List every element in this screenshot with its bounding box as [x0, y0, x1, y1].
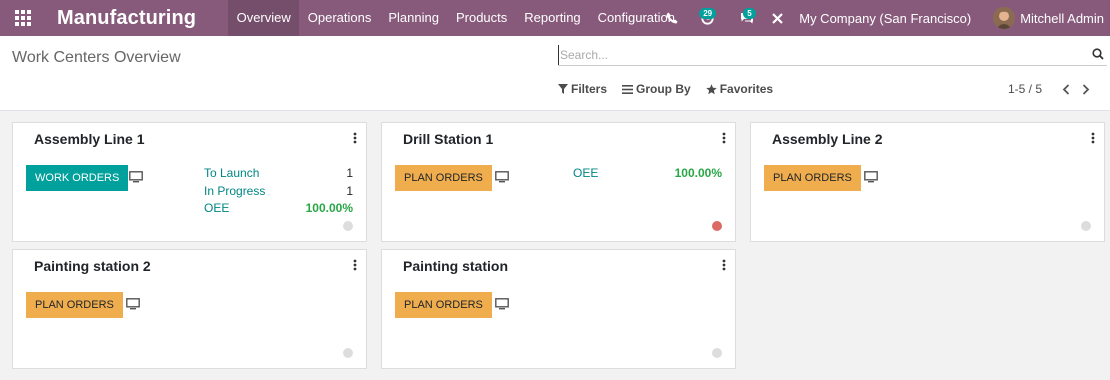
stat-label[interactable]: To Launch — [204, 166, 259, 180]
control-panel: Work Centers Overview Filters Group By F… — [0, 36, 1110, 111]
stat-label[interactable]: In Progress — [204, 184, 265, 198]
monitor-icon[interactable] — [129, 171, 143, 186]
messages-badge: 5 — [743, 8, 756, 19]
messages-icon[interactable]: 5 — [727, 0, 767, 36]
monitor-icon[interactable] — [495, 171, 509, 186]
kebab-menu-icon[interactable] — [1091, 132, 1095, 147]
menu-item-operations[interactable]: Operations — [299, 0, 380, 36]
filters-button[interactable]: Filters — [558, 82, 607, 96]
chevron-right-icon[interactable] — [1076, 83, 1096, 95]
menu-item-products[interactable]: Products — [447, 0, 515, 36]
workcenter-card[interactable]: Assembly Line 2 PLAN ORDERS — [750, 122, 1105, 242]
filter-icon — [558, 84, 568, 94]
kebab-menu-icon[interactable] — [353, 259, 357, 274]
menu-item-reporting[interactable]: Reporting — [516, 0, 589, 36]
workcenter-card[interactable]: Painting station 2 PLAN ORDERS — [12, 249, 367, 369]
search-bar — [558, 44, 1107, 66]
monitor-icon[interactable] — [126, 298, 140, 313]
stat-to-launch: To Launch 1 — [204, 166, 353, 180]
stat-value: 1 — [346, 184, 353, 198]
workcenter-name[interactable]: Painting station — [403, 258, 508, 274]
main-menu: Overview Operations Planning Products Re… — [228, 0, 683, 36]
user-menu[interactable]: Mitchell Admin — [1020, 11, 1104, 26]
kebab-menu-icon[interactable] — [722, 132, 726, 147]
list-icon — [622, 84, 634, 94]
activities-badge: 29 — [699, 8, 717, 19]
menu-item-planning[interactable]: Planning — [380, 0, 448, 36]
stat-label[interactable]: OEE — [204, 201, 229, 215]
stat-value: 1 — [346, 166, 353, 180]
app-brand[interactable]: Manufacturing — [57, 7, 196, 30]
monitor-icon[interactable] — [864, 171, 878, 186]
kebab-menu-icon[interactable] — [722, 259, 726, 274]
close-icon[interactable] — [767, 0, 787, 36]
workcenter-card[interactable]: Drill Station 1 PLAN ORDERS OEE 100.00% — [381, 122, 736, 242]
workcenter-name[interactable]: Assembly Line 2 — [772, 131, 883, 147]
apps-menu-icon[interactable] — [0, 0, 46, 36]
oee-value: 100.00% — [674, 166, 722, 180]
activities-icon[interactable]: 29 — [687, 0, 727, 36]
favorites-button[interactable]: Favorites — [705, 82, 774, 96]
top-navbar: Manufacturing Overview Operations Planni… — [0, 0, 1110, 36]
status-dot[interactable] — [712, 221, 722, 231]
work-orders-button[interactable]: WORK ORDERS — [26, 165, 129, 191]
kebab-menu-icon[interactable] — [353, 132, 357, 147]
status-dot[interactable] — [712, 348, 722, 358]
plan-orders-button[interactable]: PLAN ORDERS — [395, 292, 492, 318]
stat-oee: OEE 100.00% — [573, 166, 722, 180]
favorites-label: Favorites — [719, 82, 774, 96]
menu-item-overview[interactable]: Overview — [228, 0, 300, 36]
filters-label: Filters — [571, 82, 608, 96]
workcenter-card[interactable]: Painting station PLAN ORDERS — [381, 249, 736, 369]
plan-orders-button[interactable]: PLAN ORDERS — [395, 165, 492, 191]
workcenter-name[interactable]: Drill Station 1 — [403, 131, 493, 147]
breadcrumb: Work Centers Overview — [12, 49, 181, 66]
pager-value[interactable]: 1-5 / 5 — [1008, 82, 1042, 96]
oee-value: 100.00% — [305, 201, 353, 215]
workcenter-card[interactable]: Assembly Line 1 WORK ORDERS To Launch 1 … — [12, 122, 367, 242]
navbar-systray: 29 5 My Company (San Francisco) Mitchell… — [657, 0, 1110, 36]
group-by-label: Group By — [636, 82, 691, 96]
search-icon[interactable] — [1092, 48, 1104, 63]
avatar[interactable] — [993, 7, 1016, 29]
stat-label[interactable]: OEE — [573, 166, 598, 180]
workcenter-name[interactable]: Assembly Line 1 — [34, 131, 145, 147]
phone-icon[interactable] — [657, 0, 687, 36]
status-dot[interactable] — [1081, 221, 1091, 231]
stat-oee: OEE 100.00% — [204, 201, 353, 215]
plan-orders-button[interactable]: PLAN ORDERS — [26, 292, 123, 318]
plan-orders-button[interactable]: PLAN ORDERS — [764, 165, 861, 191]
status-dot[interactable] — [343, 348, 353, 358]
company-switcher[interactable]: My Company (San Francisco) — [799, 11, 971, 26]
search-input[interactable] — [558, 44, 1078, 65]
pager: 1-5 / 5 — [1008, 82, 1096, 96]
status-dot[interactable] — [343, 221, 353, 231]
star-icon — [705, 83, 717, 94]
group-by-button[interactable]: Group By — [622, 82, 691, 96]
search-options: Filters Group By Favorites — [558, 82, 788, 96]
monitor-icon[interactable] — [495, 298, 509, 313]
workcenter-name[interactable]: Painting station 2 — [34, 258, 151, 274]
chevron-left-icon[interactable] — [1056, 83, 1076, 95]
stat-in-progress: In Progress 1 — [204, 184, 353, 198]
